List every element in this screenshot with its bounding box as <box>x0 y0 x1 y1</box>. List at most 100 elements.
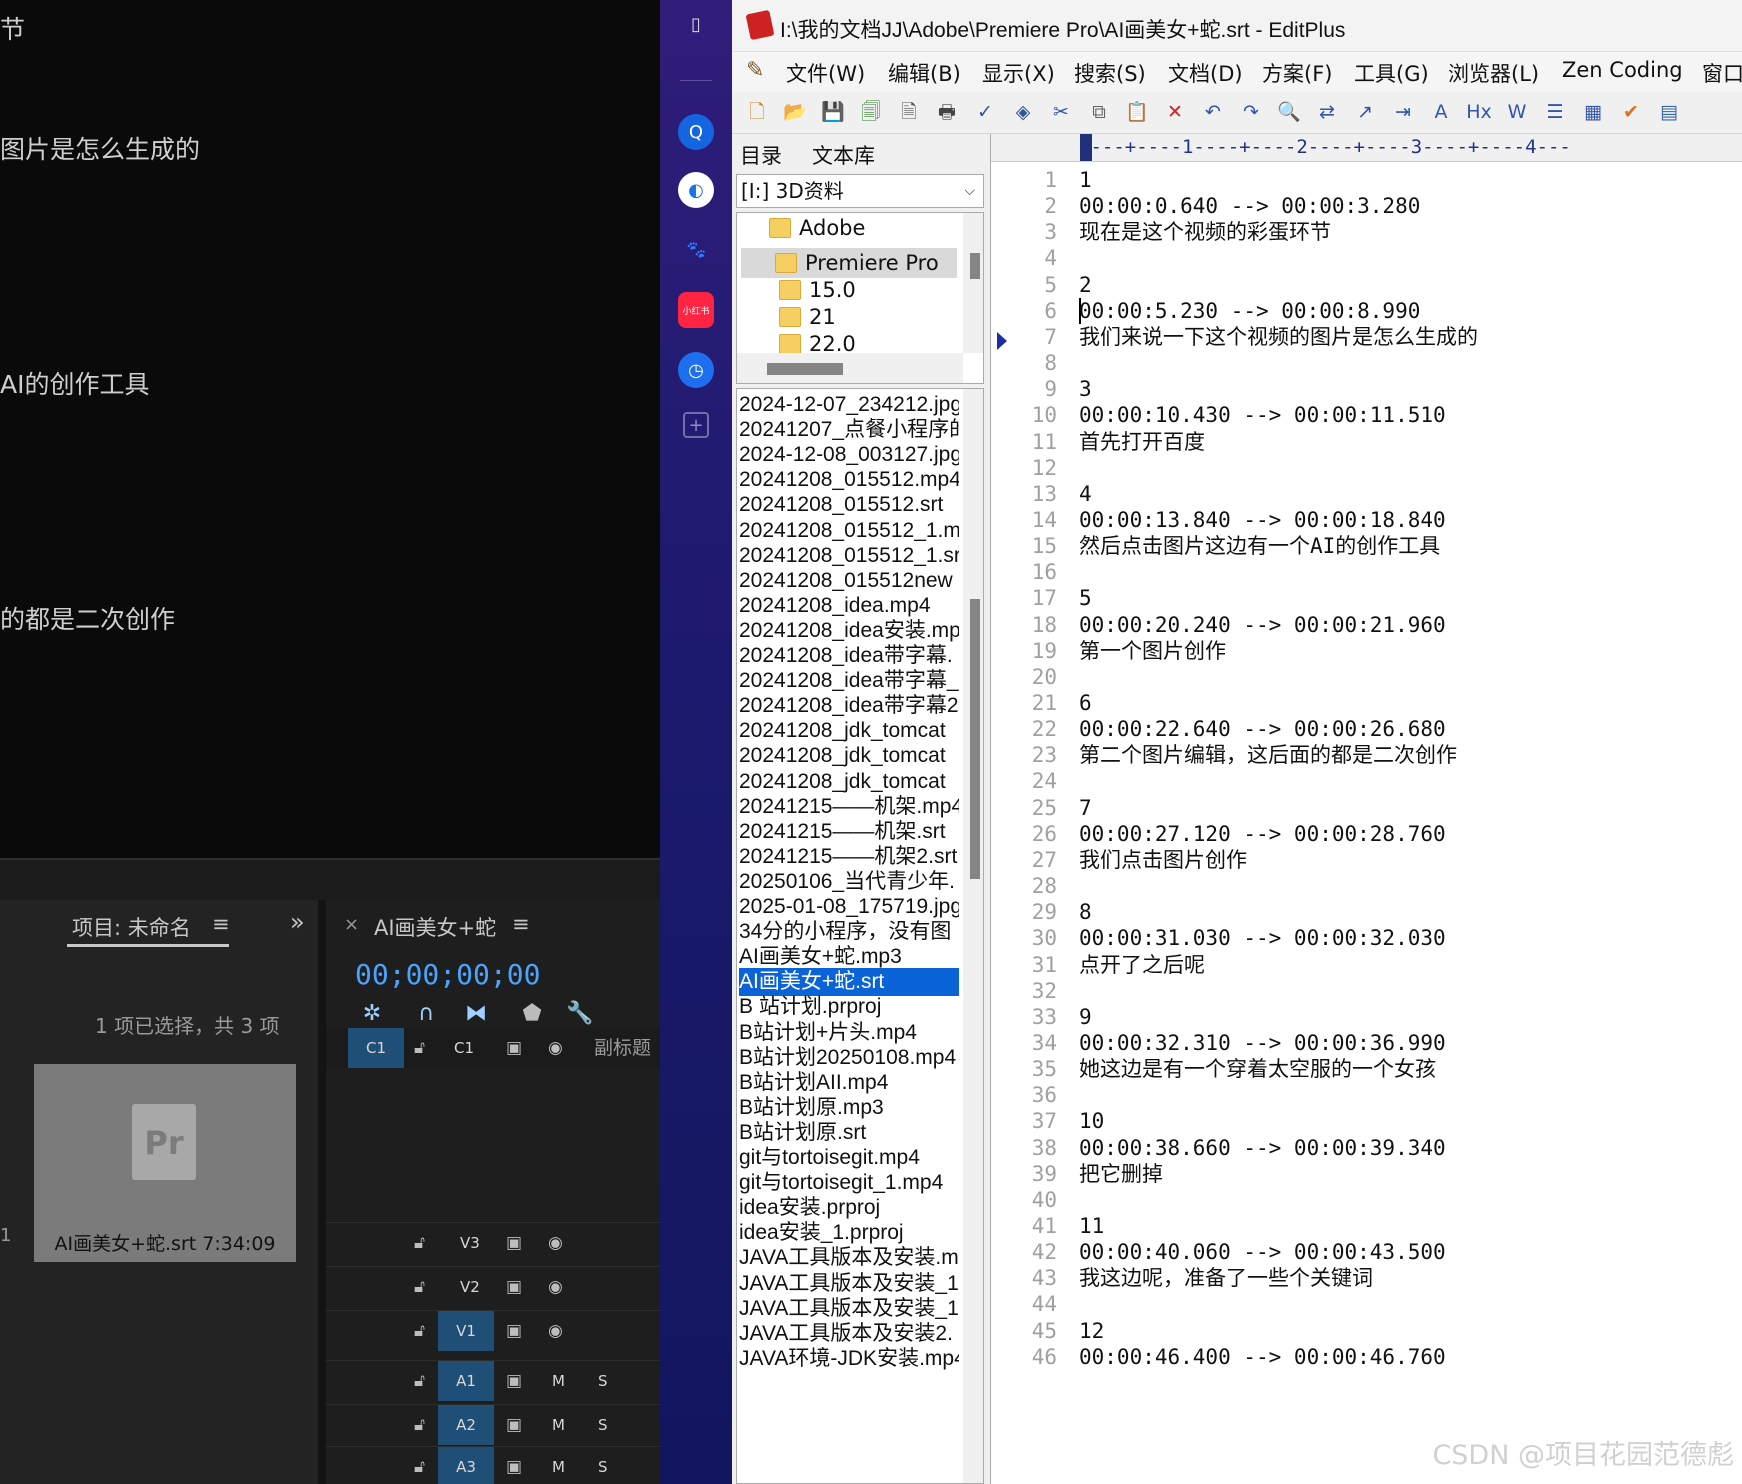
code-line[interactable]: 00:00:22.640 --> 00:00:26.680 <box>1079 715 1446 744</box>
file-list-item[interactable]: 34分的小程序，没有图 <box>739 918 959 946</box>
file-list-item[interactable]: AI画美女+蛇.srt <box>739 968 959 997</box>
indent-icon[interactable]: ⇥ <box>1388 97 1418 127</box>
file-list-item[interactable]: 20241208_015512_1.srt <box>739 542 959 570</box>
code-line[interactable]: 把它删掉 <box>1079 1160 1163 1189</box>
line-number-icon[interactable]: ☰ <box>1540 97 1570 127</box>
nest-toggle-icon[interactable]: ✲ <box>358 1000 386 1028</box>
code-line[interactable]: 00:00:5.230 --> 00:00:8.990 <box>1079 297 1420 326</box>
paste-icon[interactable]: 📋 <box>1122 97 1152 127</box>
code-line[interactable]: 00:00:10.430 --> 00:00:11.510 <box>1079 401 1446 430</box>
file-list-item[interactable]: B站计划20250108.mp4 <box>739 1044 959 1072</box>
save-icon[interactable]: 💾 <box>818 97 848 127</box>
code-line[interactable]: 7 <box>1079 794 1092 823</box>
snap-magnet-icon[interactable]: ∩ <box>412 1000 440 1028</box>
file-list-scrollbar[interactable] <box>963 389 983 1483</box>
code-line[interactable]: 00:00:31.030 --> 00:00:32.030 <box>1079 924 1446 953</box>
code-line[interactable]: 第一个图片创作 <box>1079 637 1226 666</box>
open-icon[interactable]: 📂 <box>780 97 810 127</box>
track-target-a2[interactable]: A2 <box>438 1405 494 1445</box>
clock-icon[interactable]: ◷ <box>678 352 714 388</box>
lock-icon[interactable]: 🔓︎ <box>414 1405 425 1445</box>
code-line[interactable]: 我们来说一下这个视频的图片是怎么生成的 <box>1079 323 1478 352</box>
menu-project[interactable]: 方案(F) <box>1262 58 1332 88</box>
browser-preview-icon[interactable]: ◈ <box>1008 97 1038 127</box>
track-target-a3[interactable]: A3 <box>438 1447 494 1484</box>
tablet-icon[interactable]: ▯ <box>678 6 714 42</box>
folder-item[interactable]: Adobe <box>769 213 865 243</box>
eye-icon[interactable]: ◉ <box>548 1223 563 1263</box>
file-list-item[interactable]: 20241207_点餐小程序的 <box>739 416 959 444</box>
new-file-icon[interactable]: 🗋 <box>742 97 772 127</box>
drive-select[interactable]: [I:] 3D资料 ⌵ <box>736 174 984 208</box>
redo-icon[interactable]: ↷ <box>1236 97 1266 127</box>
code-line[interactable]: 00:00:13.840 --> 00:00:18.840 <box>1079 506 1446 535</box>
file-list-item[interactable]: 2024-12-08_003127.jpg <box>739 441 959 469</box>
toggle-sync-icon[interactable]: ▣ <box>506 1311 522 1351</box>
code-line[interactable]: 3 <box>1079 375 1092 404</box>
word-wrap-icon[interactable]: W <box>1502 97 1532 127</box>
sequence-menu-icon[interactable]: ≡ <box>512 912 530 936</box>
menu-window[interactable]: 窗口 <box>1702 58 1742 88</box>
menu-zen-coding[interactable]: Zen Coding <box>1562 58 1683 82</box>
cut-icon[interactable]: ✂ <box>1046 97 1076 127</box>
copy-icon[interactable]: ⧉ <box>1084 97 1114 127</box>
eye-icon[interactable]: ◉ <box>548 1311 563 1351</box>
lock-icon[interactable]: 🔓︎ <box>414 1223 425 1263</box>
file-list-item[interactable]: 2025-01-08_175719.jpg <box>739 893 959 921</box>
goto-icon[interactable]: ↗ <box>1350 97 1380 127</box>
file-list-item[interactable]: idea安装_1.prproj <box>739 1219 959 1247</box>
file-list-item[interactable]: 20241208_jdk_tomcat <box>739 742 959 770</box>
add-icon[interactable]: + <box>683 412 709 438</box>
caption-track-target[interactable]: C1 <box>348 1028 404 1068</box>
project-menu-icon[interactable]: ≡ <box>212 912 230 936</box>
file-list-item[interactable]: 20241208_015512_1.mp4 <box>739 517 959 545</box>
folder-tree-scrollbar[interactable] <box>963 213 983 353</box>
code-line[interactable]: 现在是这个视频的彩蛋环节 <box>1079 218 1331 247</box>
toggle-sync-icon[interactable]: ▣ <box>506 1028 522 1068</box>
file-list-item[interactable]: 20241215——机架.mp4 <box>739 793 959 821</box>
track-target-v1[interactable]: V1 <box>438 1311 494 1351</box>
file-list-item[interactable]: JAVA工具版本及安装2. <box>739 1320 959 1348</box>
ruler-icon[interactable]: ▦ <box>1578 97 1608 127</box>
file-list-item[interactable]: B站计划AII.mp4 <box>739 1069 959 1097</box>
solo-button[interactable]: S <box>598 1361 608 1401</box>
menu-search[interactable]: 搜索(S) <box>1074 58 1146 88</box>
tab-project[interactable]: 项目: 未命名 <box>72 912 191 942</box>
code-line[interactable]: 然后点击图片这边有一个AI的创作工具 <box>1079 532 1440 561</box>
file-list-item[interactable]: B 站计划.prproj <box>739 993 959 1021</box>
toggle-sync-icon[interactable]: ▣ <box>506 1405 522 1445</box>
mute-button[interactable]: M <box>552 1361 565 1401</box>
code-line[interactable]: 00:00:32.310 --> 00:00:36.990 <box>1079 1029 1446 1058</box>
folder-item[interactable]: 21 <box>779 302 836 332</box>
file-list-item[interactable]: 20250106_当代青少年. <box>739 868 959 896</box>
file-list-item[interactable]: 20241215——机架2.srt <box>739 843 959 871</box>
code-line[interactable]: 我这边呢，准备了一些个关键词 <box>1079 1264 1373 1293</box>
file-list-item[interactable]: JAVA工具版本及安装_1 <box>739 1295 959 1323</box>
code-line[interactable]: 首先打开百度 <box>1079 428 1205 457</box>
spellcheck-icon[interactable]: ✓ <box>970 97 1000 127</box>
code-line[interactable]: 点开了之后呢 <box>1079 951 1205 980</box>
file-list-item[interactable]: 20241208_idea带字幕_ <box>739 667 959 695</box>
mute-button[interactable]: M <box>552 1447 565 1484</box>
code-line[interactable]: 11 <box>1079 1212 1104 1241</box>
menu-edit[interactable]: 编辑(B) <box>888 58 961 88</box>
add-marker-icon[interactable]: ⬟ <box>518 1000 546 1028</box>
find-icon[interactable]: 🔍 <box>1274 97 1304 127</box>
font-icon[interactable]: A <box>1426 97 1456 127</box>
panel-divider[interactable] <box>0 858 660 900</box>
code-line[interactable]: 6 <box>1079 689 1092 718</box>
file-list-item[interactable]: 20241208_idea.mp4 <box>739 592 959 620</box>
title-bar[interactable]: I:\我的文档JJ\Adobe\Premiere Pro\AI画美女+蛇.srt… <box>732 0 1742 52</box>
code-line[interactable]: 00:00:40.060 --> 00:00:43.500 <box>1079 1238 1446 1267</box>
file-list-item[interactable]: B站计划原.mp3 <box>739 1094 959 1122</box>
editor-pane[interactable]: ----+----1----+----2----+----3----+----4… <box>990 134 1742 1484</box>
tab-sequence[interactable]: AI画美女+蛇 <box>374 912 496 942</box>
code-line[interactable]: 10 <box>1079 1107 1104 1136</box>
timeline-settings-icon[interactable]: 🔧 <box>566 1000 594 1028</box>
close-sequence-icon[interactable]: × <box>344 914 359 935</box>
file-list-item[interactable]: 20241208_015512.srt <box>739 491 959 519</box>
code-line[interactable]: 00:00:0.640 --> 00:00:3.280 <box>1079 192 1420 221</box>
code-line[interactable]: 12 <box>1079 1317 1104 1346</box>
code-line[interactable]: 5 <box>1079 584 1092 613</box>
browser-icon[interactable]: ◐ <box>678 172 714 208</box>
